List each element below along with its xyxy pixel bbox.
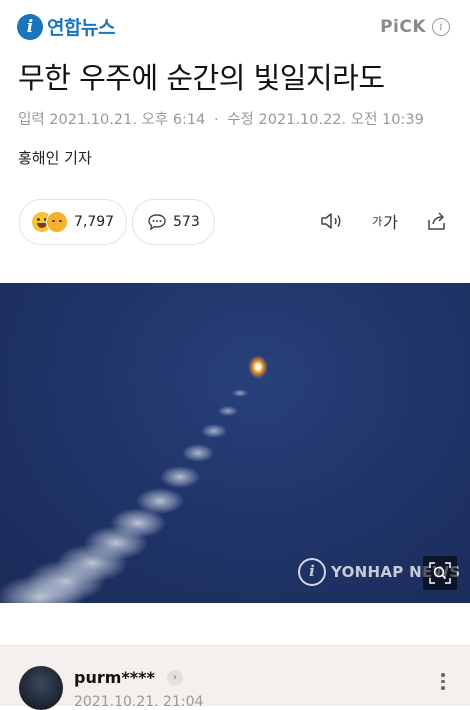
font-size-large-label: 가 — [383, 213, 398, 232]
zoom-button[interactable] — [423, 556, 457, 590]
tts-button[interactable] — [318, 208, 346, 234]
sad-emoji-icon — [46, 211, 68, 233]
font-size-button[interactable]: 가가 — [367, 208, 403, 234]
chevron-right-icon[interactable]: › — [166, 669, 183, 686]
zoom-icon — [429, 562, 451, 584]
info-icon[interactable]: i — [432, 18, 450, 36]
modified-label: 수정 — [227, 112, 254, 128]
comment-button[interactable]: 573 — [132, 199, 215, 245]
input-label: 입력 — [18, 112, 45, 128]
app-header: i 연합뉴스 PiCK i — [0, 0, 470, 58]
yonhap-watermark-icon: i — [298, 558, 326, 586]
comment-section — [0, 645, 470, 706]
reaction-count: 7,797 — [74, 214, 115, 230]
speaker-icon — [321, 213, 341, 229]
speech-bubble-icon — [148, 214, 166, 231]
font-size-small-label: 가 — [372, 215, 383, 228]
pick-label: PiCK — [380, 17, 426, 37]
article-photo[interactable] — [0, 283, 470, 603]
comment-username: purm**** — [74, 668, 155, 687]
share-button[interactable] — [423, 208, 451, 234]
reporter-name[interactable]: 홍해인 기자 — [18, 147, 92, 168]
date-separator: · — [214, 112, 219, 128]
rocket-launch-image — [0, 355, 268, 603]
pick-badge[interactable]: PiCK i — [380, 17, 450, 37]
comment-author[interactable]: purm**** › — [74, 668, 183, 687]
brand-name: 연합뉴스 — [47, 17, 115, 39]
share-icon — [428, 212, 445, 230]
article-headline: 무한 우주에 순간의 빛일지라도 — [18, 61, 385, 95]
comment-count: 573 — [173, 214, 200, 230]
article-dates: 입력 2021.10.21. 오후 6:14 · 수정 2021.10.22. … — [18, 108, 424, 129]
comment-timestamp: 2021.10.21. 21:04 — [74, 694, 204, 710]
input-date: 2021.10.21. 오후 6:14 — [49, 112, 206, 128]
yonhap-logo-icon: i — [17, 13, 43, 40]
reaction-button[interactable]: 7,797 — [19, 199, 128, 245]
yonhap-logo[interactable]: i 연합뉴스 — [17, 13, 115, 40]
avatar[interactable] — [19, 666, 63, 710]
more-vertical-icon[interactable] — [440, 673, 446, 693]
modified-date: 2021.10.22. 오전 10:39 — [258, 112, 424, 128]
